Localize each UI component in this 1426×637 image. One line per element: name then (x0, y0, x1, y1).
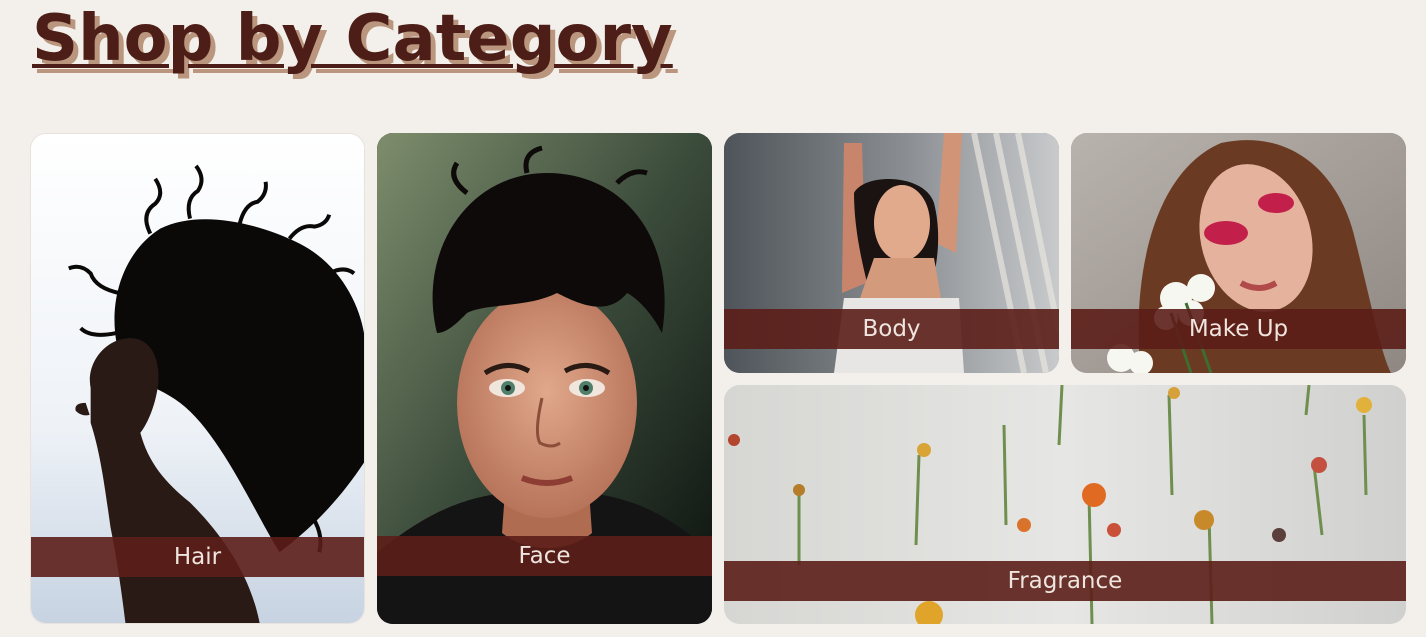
category-card-face[interactable]: Face (377, 133, 712, 624)
category-label-bar: Body (724, 309, 1059, 349)
category-label-bar: Fragrance (724, 561, 1406, 601)
category-label-bar: Face (377, 536, 712, 576)
category-label-bar: Hair (31, 537, 364, 577)
category-label-makeup: Make Up (1188, 316, 1289, 342)
category-label-body: Body (862, 316, 921, 342)
category-label-bar: Make Up (1071, 309, 1406, 349)
category-label-fragrance: Fragrance (1007, 568, 1123, 594)
category-label-face: Face (518, 543, 571, 569)
category-card-makeup[interactable]: Make Up (1071, 133, 1406, 373)
category-label-hair: Hair (173, 544, 222, 570)
category-card-fragrance[interactable]: Fragrance (724, 385, 1406, 624)
page-title: Shop by Category (32, 2, 673, 76)
category-card-hair[interactable]: Hair (30, 133, 365, 624)
category-card-body[interactable]: Body (724, 133, 1059, 373)
